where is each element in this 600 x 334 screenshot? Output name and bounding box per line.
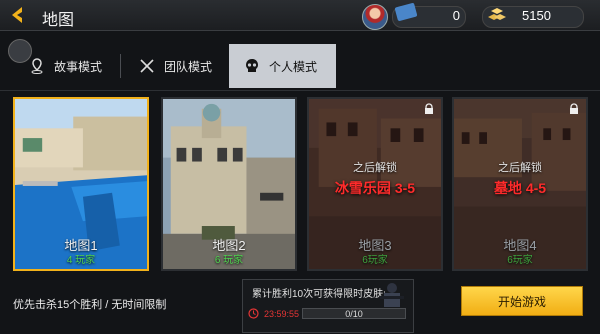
map-card-3[interactable]: 之后解锁 冰雪乐园 3-5 地图3 6玩家 <box>307 97 443 271</box>
tab-solo-mode[interactable]: 个人模式 <box>229 44 336 88</box>
skull-mask-icon <box>246 59 258 72</box>
page-title: 地图 <box>42 12 75 29</box>
map-pin-icon <box>31 58 43 74</box>
event-timer: 23:59:55 <box>264 309 300 319</box>
map-players: 6玩家 <box>362 255 388 266</box>
map-card-1[interactable]: 地图1 4 玩家 <box>13 97 149 271</box>
tab-label: 个人模式 <box>269 59 318 74</box>
player-avatar[interactable] <box>362 4 388 30</box>
gold-count: 5150 <box>522 8 551 23</box>
crossed-swords-icon <box>140 59 154 73</box>
unlock-after-label: 之后解锁 <box>353 162 397 174</box>
tab-story-mode[interactable]: 故事模式 <box>14 44 122 88</box>
progress-text: 0/10 <box>345 309 363 319</box>
match-rule-text: 优先击杀15个胜利 / 无时间限制 <box>13 299 167 311</box>
tab-label: 团队模式 <box>164 59 213 74</box>
start-game-button[interactable]: 开始游戏 <box>462 287 582 315</box>
unlock-requirement: 冰雪乐园 3-5 <box>334 180 416 196</box>
map-players: 4 玩家 <box>66 255 96 266</box>
map-players: 6玩家 <box>507 255 533 266</box>
ticket-count: 0 <box>452 8 460 23</box>
lock-icon <box>570 103 578 114</box>
clock-icon <box>248 308 259 319</box>
lock-icon <box>425 103 433 114</box>
map-card-4[interactable]: 之后解锁 墓地 4-5 地图4 6玩家 <box>452 97 588 271</box>
unlock-after-label: 之后解锁 <box>498 162 542 174</box>
reward-text: 累计胜利10次可获得限时皮肤: <box>252 289 386 300</box>
tab-divider <box>120 54 121 78</box>
back-arrow-icon[interactable] <box>8 5 28 25</box>
map-players: 6 玩家 <box>214 255 244 266</box>
tab-label: 故事模式 <box>54 59 103 74</box>
gold-bars-icon <box>488 8 506 20</box>
map-card-2[interactable]: 地图2 6 玩家 <box>161 97 297 271</box>
unlock-requirement: 墓地 4-5 <box>493 180 547 196</box>
skin-character-icon <box>380 283 404 307</box>
tab-team-mode[interactable]: 团队模式 <box>124 44 228 88</box>
